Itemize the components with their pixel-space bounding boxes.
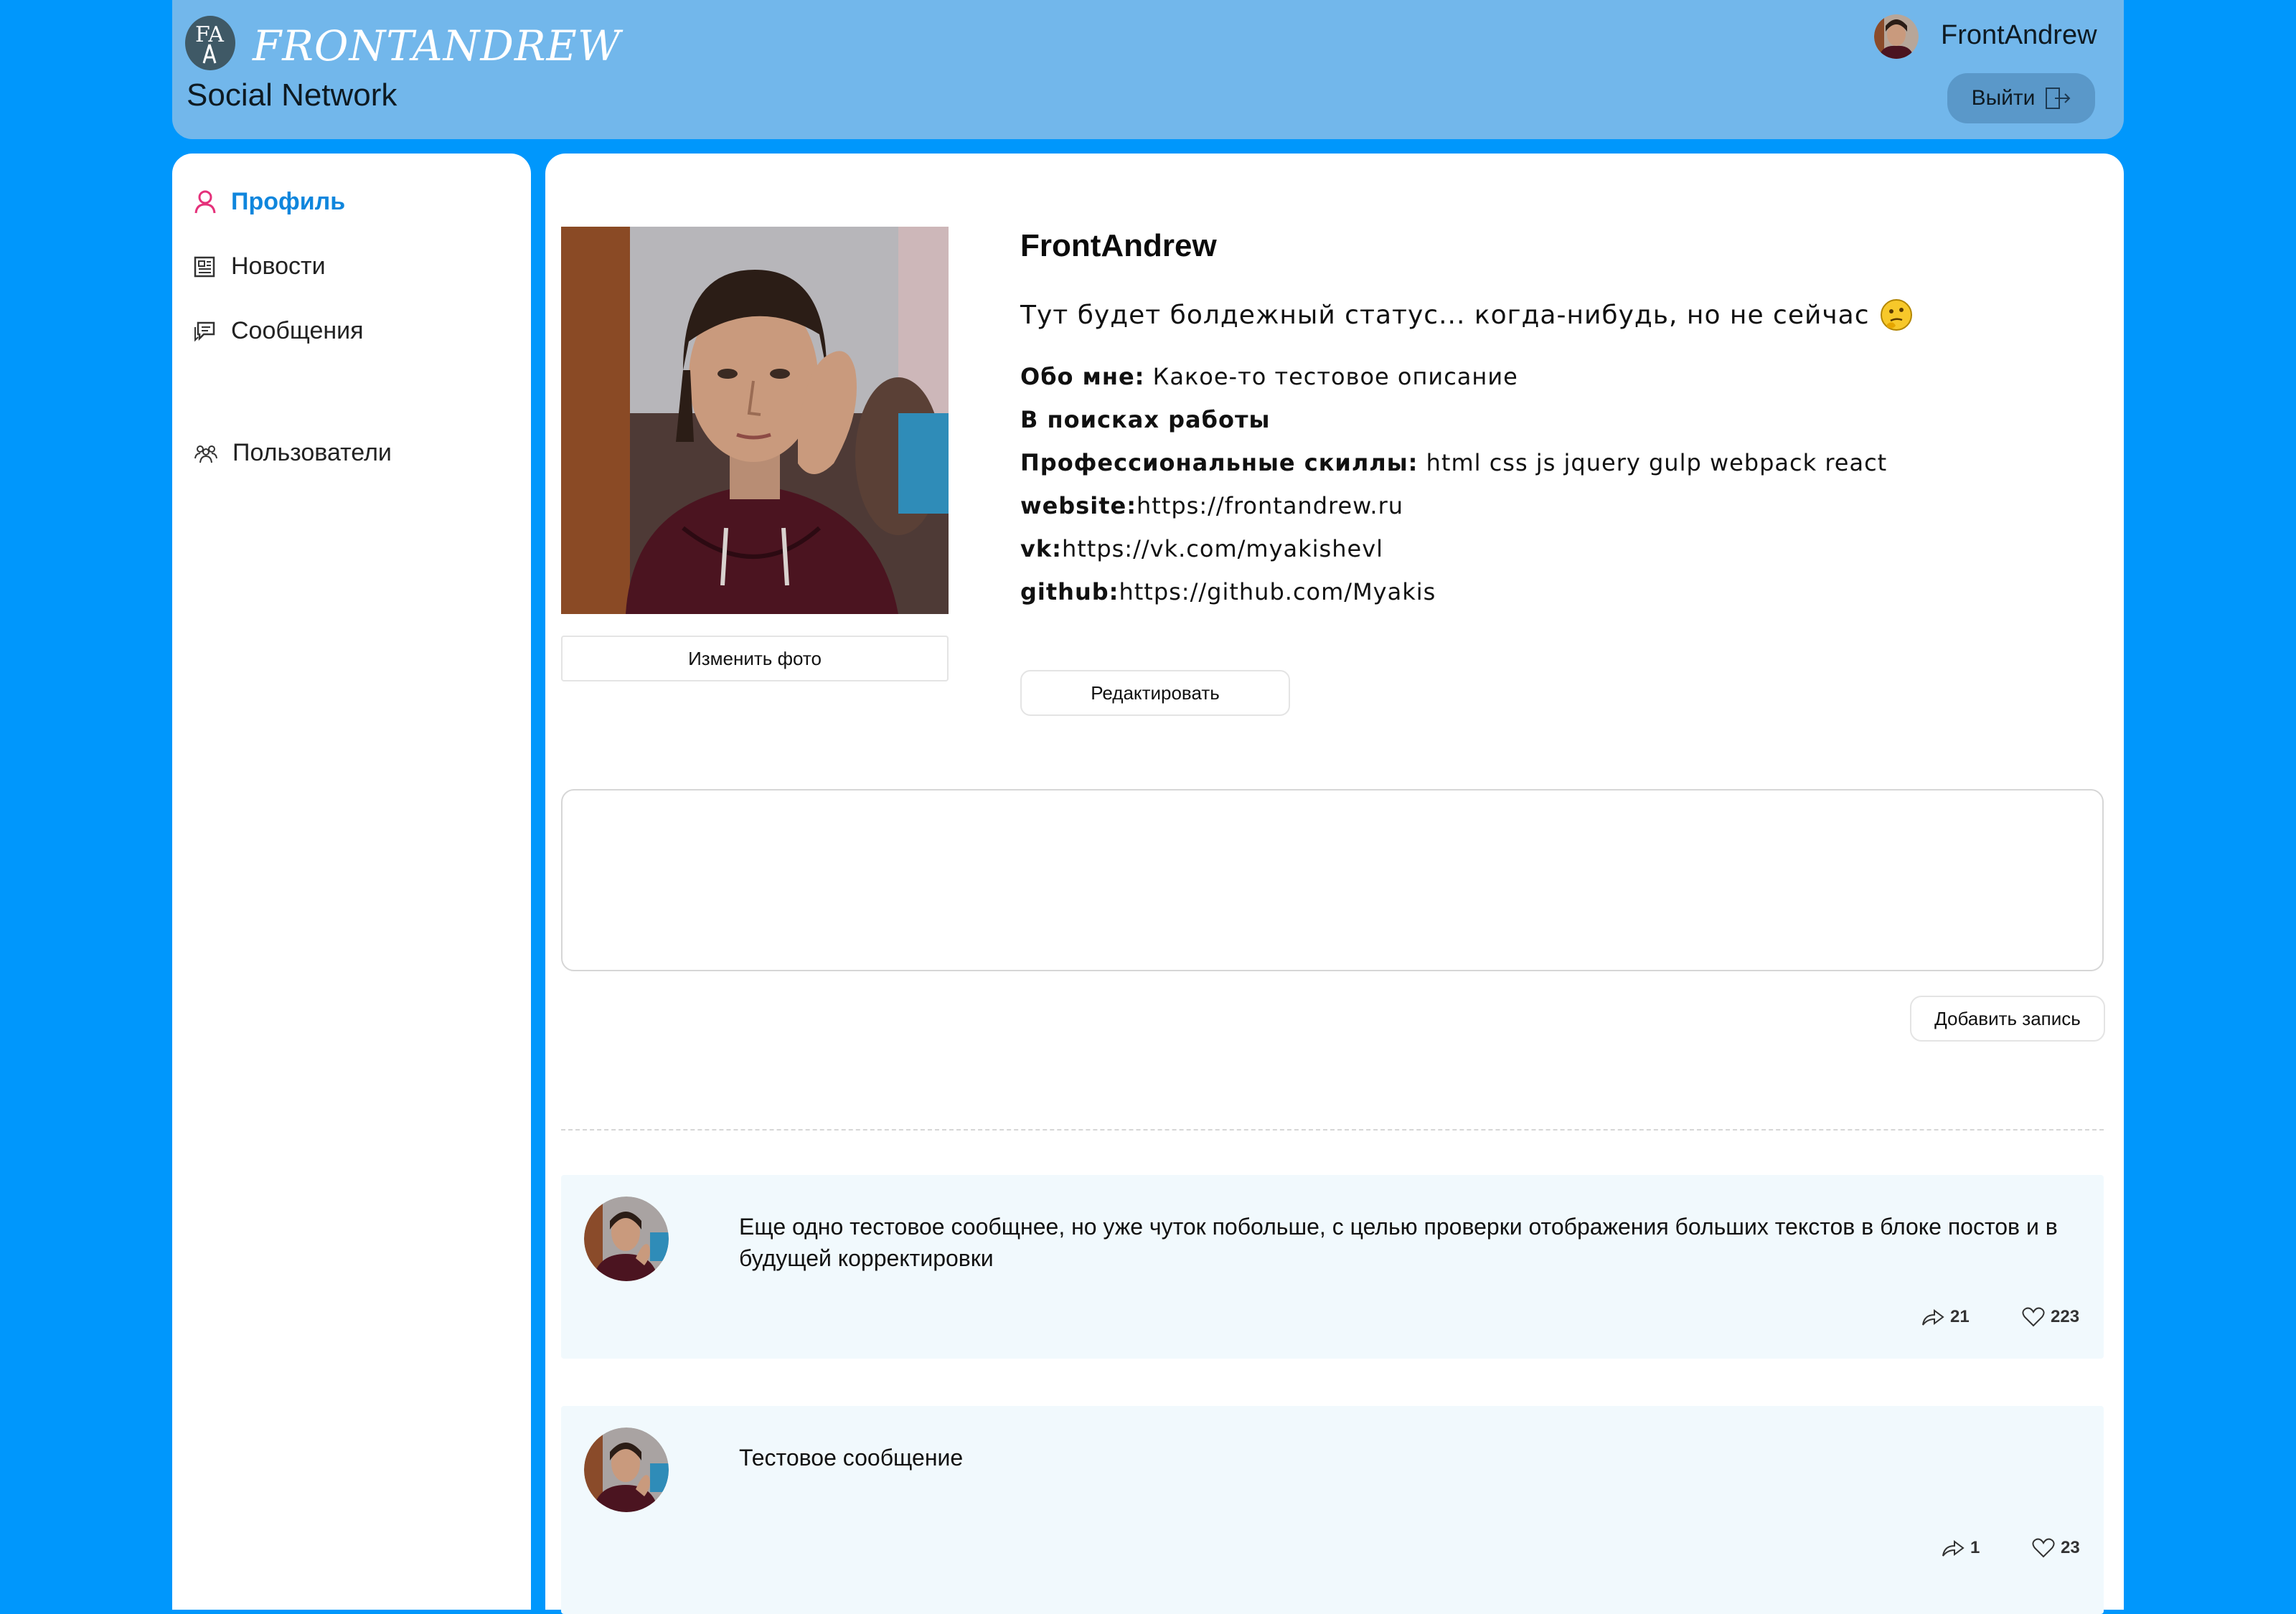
profile-status[interactable]: Тут будет болдежный статус... когда-нибу… — [1020, 298, 1913, 331]
post-card: Еще одно тестовое сообщнее, но уже чуток… — [561, 1175, 2104, 1359]
newspaper-icon — [194, 256, 215, 277]
post-text: Еще одно тестовое сообщнее, но уже чуток… — [739, 1214, 2058, 1271]
brand-subtitle: Social Network — [187, 77, 397, 113]
vk-row: vk:https://vk.com/myakishevl — [1020, 535, 1383, 562]
post-avatar[interactable] — [584, 1197, 669, 1281]
new-post-textarea[interactable] — [561, 789, 2104, 971]
like-button[interactable]: 223 — [2022, 1307, 2079, 1327]
logout-icon — [2046, 88, 2071, 109]
share-button[interactable]: 21 — [1921, 1307, 1970, 1327]
share-icon — [1922, 1309, 1944, 1326]
status-text: Тут будет болдежный статус... когда-нибу… — [1020, 300, 1870, 330]
sidebar: Профиль Новости Сообщения Пользователи — [172, 154, 531, 1610]
sidebar-item-profile[interactable]: Профиль — [194, 188, 345, 216]
change-photo-button[interactable]: Изменить фото — [561, 636, 949, 681]
website-link[interactable]: https://frontandrew.ru — [1137, 492, 1403, 519]
sidebar-item-label: Новости — [231, 253, 326, 280]
skills-label: Профессиональные скиллы: — [1020, 449, 1418, 476]
sidebar-item-users[interactable]: Пользователи — [194, 439, 392, 467]
like-count: 23 — [2061, 1538, 2080, 1557]
vk-link[interactable]: https://vk.com/myakishevl — [1062, 535, 1383, 562]
website-row: website:https://frontandrew.ru — [1020, 492, 1403, 519]
divider — [561, 1129, 2104, 1131]
job-search-label: В поисках работы — [1020, 406, 1271, 433]
github-label: github: — [1020, 578, 1119, 605]
profile-name: FrontAndrew — [1020, 228, 1217, 263]
share-count: 1 — [1970, 1538, 1980, 1557]
heart-icon — [2032, 1538, 2055, 1558]
profile-photo — [561, 227, 949, 614]
logo-mark[interactable]: FA — [185, 16, 235, 70]
heart-icon — [2022, 1307, 2045, 1327]
sidebar-item-messages[interactable]: Сообщения — [194, 317, 364, 345]
like-button[interactable]: 23 — [2032, 1538, 2080, 1558]
skills-row: Профессиональные скиллы: html css js jqu… — [1020, 449, 1887, 476]
github-row: github:https://github.com/Myakis — [1020, 578, 1436, 605]
post-avatar[interactable] — [584, 1427, 669, 1512]
edit-profile-button[interactable]: Редактировать — [1020, 670, 1290, 716]
main-content: Изменить фото FrontAndrew Тут будет болд… — [545, 154, 2124, 1614]
about-value: Какое-то тестовое описание — [1152, 363, 1518, 390]
svg-text:FA: FA — [195, 22, 224, 47]
about-row: Обо мне: Какое-то тестовое описание — [1020, 363, 1518, 390]
like-count: 223 — [2051, 1307, 2080, 1326]
chat-icon — [194, 321, 215, 341]
logo-text[interactable]: FRONTANDREW — [253, 22, 621, 70]
sidebar-item-label: Профиль — [231, 188, 346, 215]
share-button[interactable]: 1 — [1942, 1538, 1980, 1558]
logout-button[interactable]: Выйти — [1947, 73, 2095, 123]
app-header: FA FRONTANDREW Social Network FrontAndre… — [172, 0, 2124, 139]
sidebar-item-news[interactable]: Новости — [194, 253, 326, 280]
share-count: 21 — [1950, 1307, 1970, 1326]
website-label: website: — [1020, 492, 1137, 519]
post-text: Тестовое сообщение — [739, 1445, 964, 1471]
user-icon — [194, 190, 216, 213]
logout-label: Выйти — [1971, 86, 2036, 110]
post-card: Тестовое сообщение 1 23 — [561, 1406, 2104, 1614]
logo-icon: FA — [186, 19, 235, 67]
sidebar-item-label: Сообщения — [231, 317, 364, 344]
share-icon — [1942, 1540, 1965, 1557]
add-post-button[interactable]: Добавить запись — [1910, 996, 2105, 1042]
header-username[interactable]: FrontAndrew — [1941, 20, 2097, 51]
github-link[interactable]: https://github.com/Myakis — [1119, 578, 1436, 605]
thinking-face-icon — [1880, 299, 1912, 331]
sidebar-item-label: Пользователи — [232, 439, 392, 466]
skills-value: html css js jquery gulp webpack react — [1426, 449, 1888, 476]
about-label: Обо мне: — [1020, 363, 1145, 390]
job-search-row: В поисках работы — [1020, 406, 1270, 433]
vk-label: vk: — [1020, 535, 1062, 562]
users-icon — [194, 445, 217, 463]
header-avatar[interactable] — [1874, 14, 1919, 59]
